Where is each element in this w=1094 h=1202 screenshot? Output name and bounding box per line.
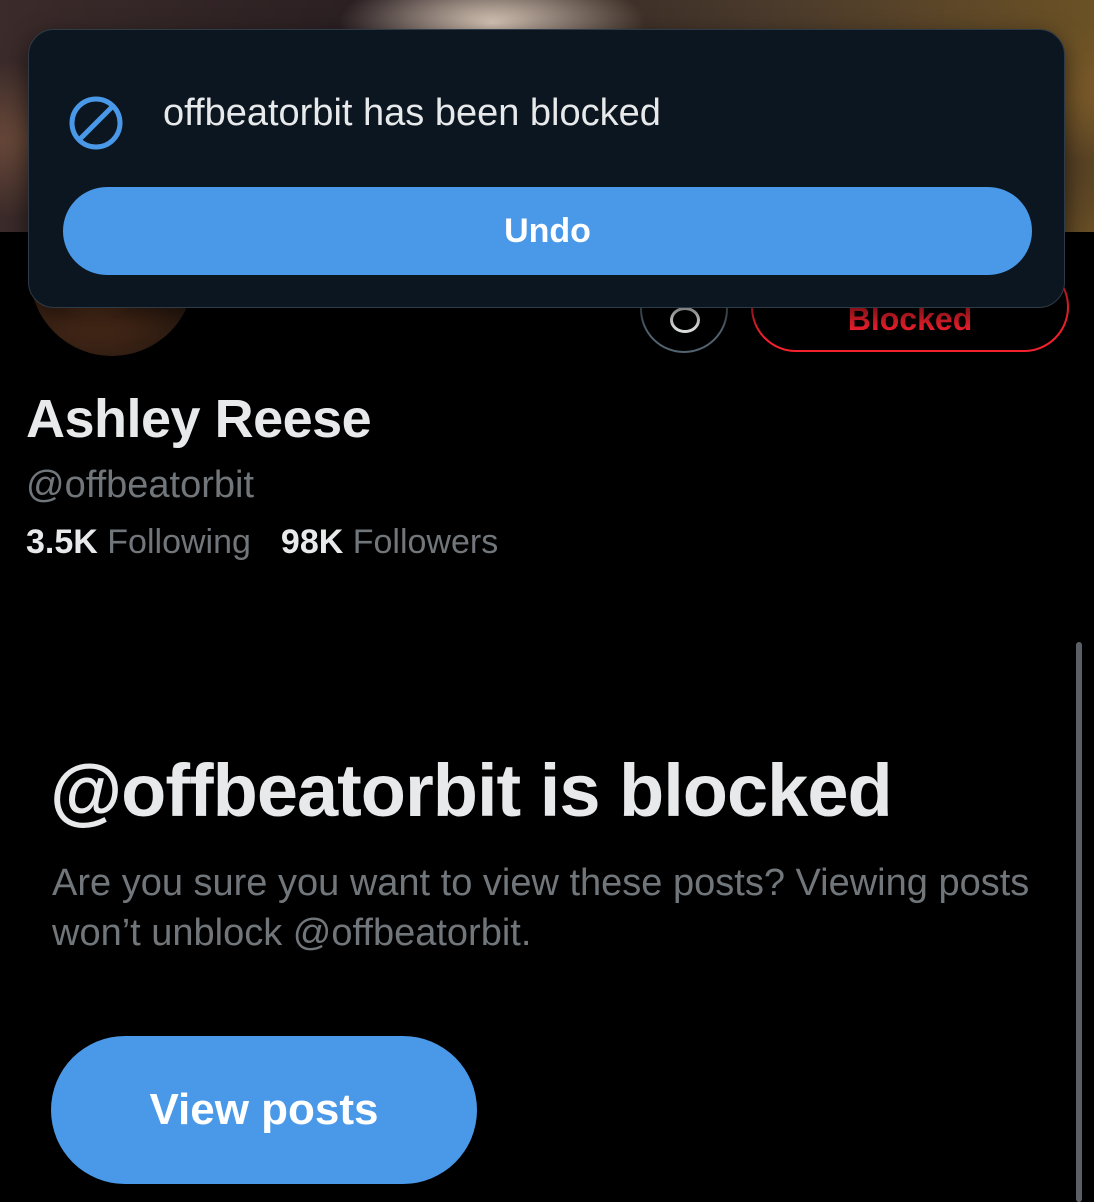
undo-button[interactable]: Undo xyxy=(63,187,1032,275)
profile-stats: 3.5K Following 98K Followers xyxy=(26,523,498,562)
followers-link[interactable]: 98K Followers xyxy=(281,523,498,561)
profile-handle: @offbeatorbit xyxy=(26,464,255,506)
scrollbar[interactable] xyxy=(1076,642,1082,1202)
profile-name: Ashley Reese xyxy=(26,389,372,449)
view-posts-button[interactable]: View posts xyxy=(51,1036,477,1184)
block-icon xyxy=(69,96,123,150)
blocked-toast: offbeatorbit has been blocked Undo xyxy=(28,29,1065,308)
following-label: Following xyxy=(107,523,251,561)
followers-label: Followers xyxy=(352,523,499,561)
following-link[interactable]: 3.5K Following xyxy=(26,523,251,561)
ring-icon xyxy=(670,307,700,333)
blocked-description: Are you sure you want to view these post… xyxy=(52,862,1030,954)
blocked-title: @offbeatorbit is blocked xyxy=(50,749,893,832)
following-count: 3.5K xyxy=(26,523,98,561)
toast-message: offbeatorbit has been blocked xyxy=(163,92,661,134)
followers-count: 98K xyxy=(280,523,344,561)
